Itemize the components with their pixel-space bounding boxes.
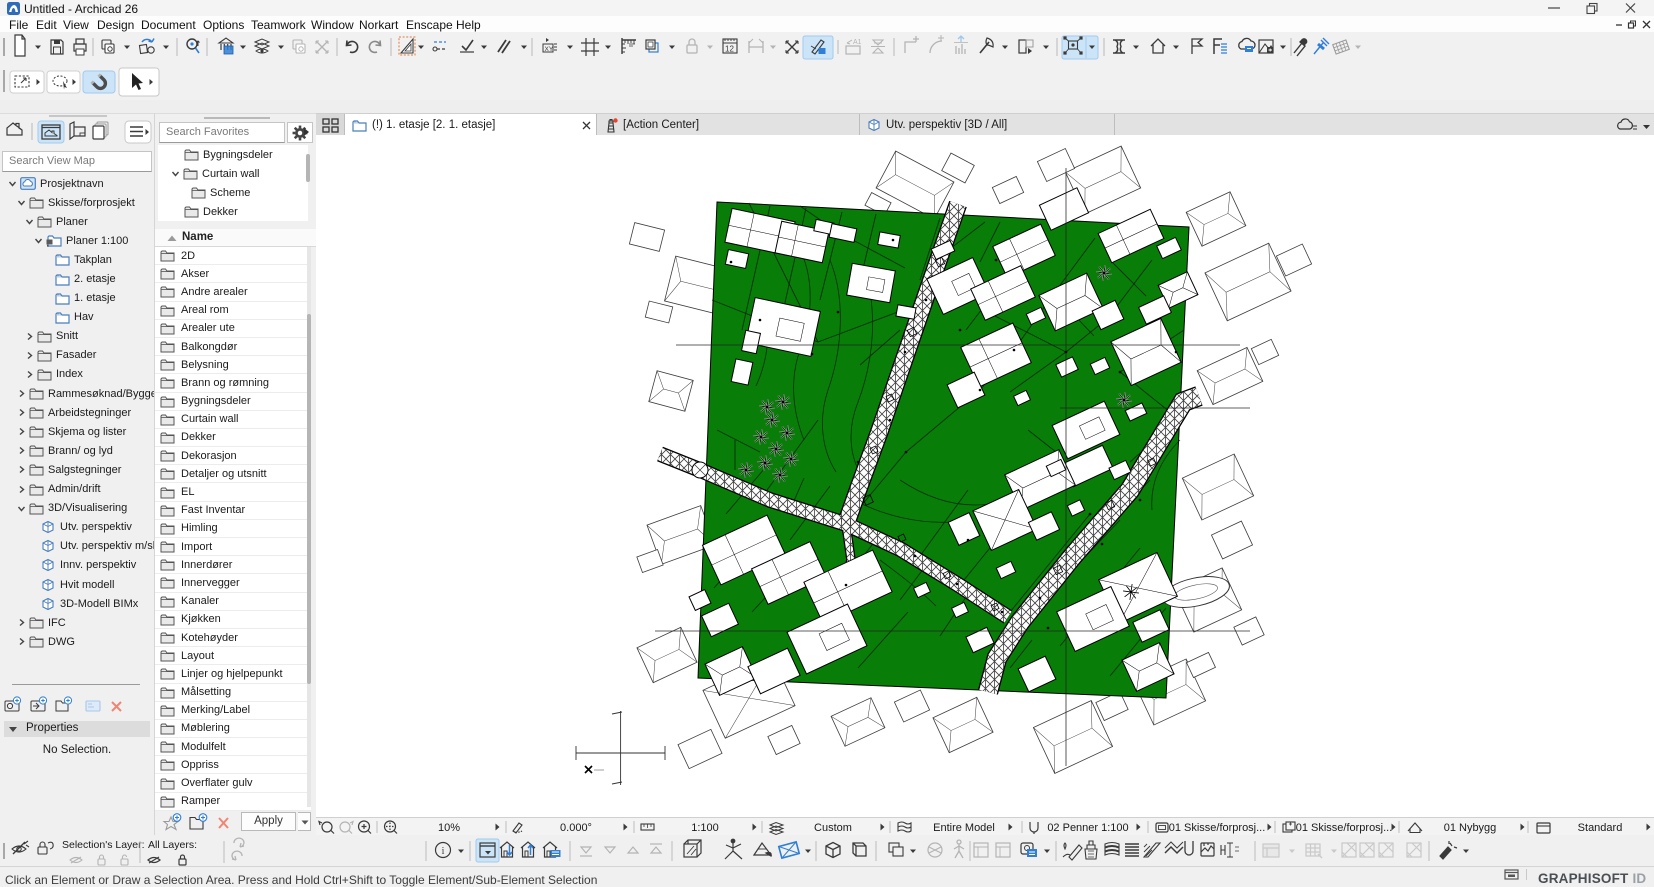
svg-text:02 Penner 1:100: 02 Penner 1:100 (1047, 822, 1128, 834)
svg-text:All Layers:: All Layers: (148, 839, 197, 851)
svg-text:10%: 10% (438, 822, 460, 834)
svg-text:01 Skisse/forprosj...: 01 Skisse/forprosj... (1296, 822, 1393, 834)
svg-text:A1: A1 (853, 39, 862, 46)
svg-text:Standard: Standard (1578, 822, 1623, 834)
svg-text:1:100: 1:100 (691, 822, 719, 834)
svg-text:XY: XY (545, 46, 554, 53)
svg-text:Custom: Custom (814, 822, 852, 834)
svg-text:12: 12 (725, 45, 734, 54)
svg-text:Entire Model: Entire Model (933, 822, 995, 834)
svg-text:01 Nybygg: 01 Nybygg (1444, 822, 1497, 834)
svg-text:i: i (442, 846, 445, 857)
svg-text:01 Skisse/forprosj...: 01 Skisse/forprosj... (1169, 822, 1266, 834)
svg-text:0.000°: 0.000° (560, 822, 592, 834)
svg-text:Selection's Layer:: Selection's Layer: (62, 839, 145, 851)
